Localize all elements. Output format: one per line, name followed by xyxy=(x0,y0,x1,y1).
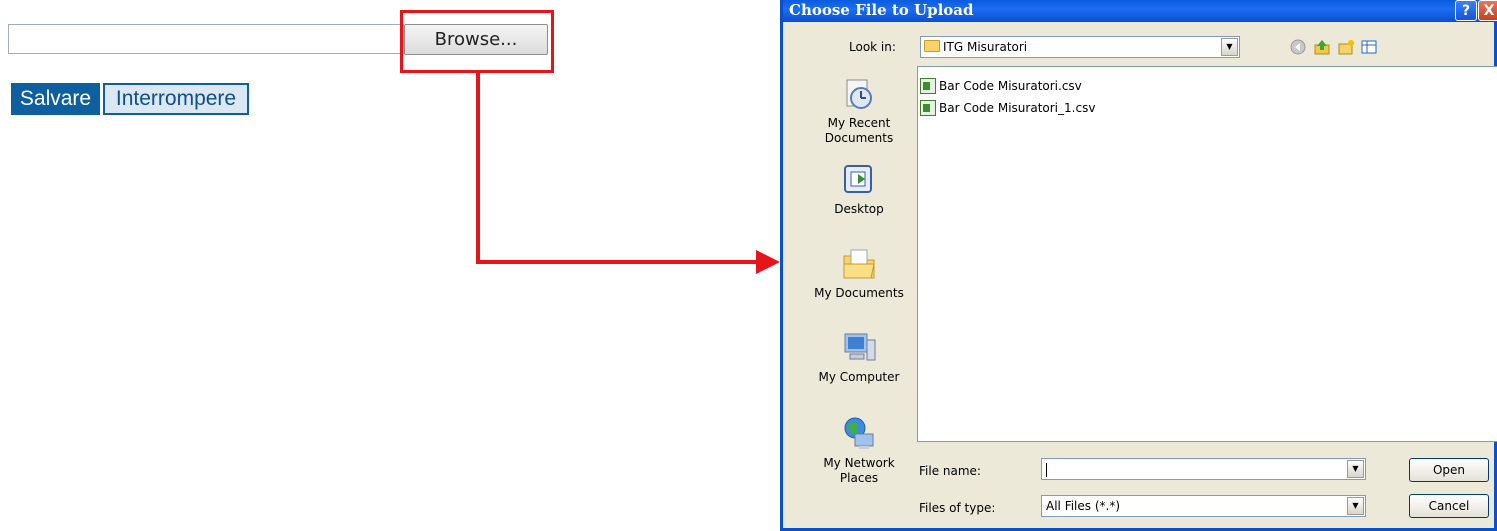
my-computer-icon xyxy=(841,330,877,366)
up-folder-icon[interactable] xyxy=(1313,38,1331,56)
folder-icon xyxy=(924,40,940,52)
place-label: Desktop xyxy=(834,202,884,216)
place-network-places[interactable]: My Network Places xyxy=(805,416,913,486)
place-label: My Documents xyxy=(814,286,904,300)
new-folder-icon[interactable] xyxy=(1337,38,1355,56)
csv-file-icon xyxy=(920,100,936,116)
files-of-type-value: All Files (*.*) xyxy=(1046,499,1121,513)
look-in-value: ITG Misuratori xyxy=(943,40,1028,54)
files-of-type-dropdown[interactable]: All Files (*.*) ▼ xyxy=(1041,495,1366,517)
dialog-title: Choose File to Upload xyxy=(783,0,1494,22)
connector-arrow xyxy=(476,73,780,274)
save-button[interactable]: Salvare xyxy=(11,83,100,115)
file-name: Bar Code Misuratori_1.csv xyxy=(939,101,1096,115)
look-in-dropdown[interactable]: ITG Misuratori ▼ xyxy=(920,36,1240,58)
back-icon[interactable] xyxy=(1289,38,1307,56)
list-item[interactable]: Bar Code Misuratori_1.csv xyxy=(920,99,1095,117)
chevron-down-icon[interactable]: ▼ xyxy=(1221,38,1238,56)
list-item[interactable]: Bar Code Misuratori.csv xyxy=(920,77,1082,95)
file-name-input[interactable]: ▼ xyxy=(1041,458,1366,480)
my-documents-icon xyxy=(841,246,877,282)
close-button[interactable]: X xyxy=(1478,0,1497,21)
place-my-documents[interactable]: My Documents xyxy=(805,246,913,301)
look-in-label: Look in: xyxy=(849,40,896,54)
close-icon: X xyxy=(1483,2,1495,19)
file-upload-dialog: Choose File to Upload ? X Look in: ITG M… xyxy=(780,0,1497,531)
place-recent-documents[interactable]: My Recent Documents xyxy=(805,76,913,146)
place-my-computer[interactable]: My Computer xyxy=(805,330,913,385)
network-places-icon xyxy=(841,416,877,452)
place-label: My Computer xyxy=(818,370,900,384)
browse-button[interactable]: Browse... xyxy=(404,24,548,55)
file-list[interactable]: Bar Code Misuratori.csv Bar Code Misurat… xyxy=(917,66,1497,442)
abort-button[interactable]: Interrompere xyxy=(103,83,249,115)
open-button[interactable]: Open xyxy=(1409,458,1489,482)
place-label: My Network Places xyxy=(823,456,895,485)
files-of-type-label: Files of type: xyxy=(919,501,996,515)
chevron-down-icon[interactable]: ▼ xyxy=(1347,497,1364,515)
chevron-down-icon[interactable]: ▼ xyxy=(1347,460,1364,478)
file-path-input[interactable] xyxy=(8,24,404,54)
file-name: Bar Code Misuratori.csv xyxy=(939,79,1082,93)
help-icon: ? xyxy=(1461,2,1471,19)
dialog-toolbar xyxy=(1289,36,1379,58)
help-button[interactable]: ? xyxy=(1455,0,1477,21)
places-bar: My Recent Documents Desktop My Documents… xyxy=(805,64,913,504)
csv-file-icon xyxy=(920,78,936,94)
place-label: My Recent Documents xyxy=(824,116,894,145)
cancel-button[interactable]: Cancel xyxy=(1409,494,1489,518)
desktop-icon xyxy=(841,162,877,198)
view-menu-icon[interactable] xyxy=(1361,38,1379,56)
place-desktop[interactable]: Desktop xyxy=(805,162,913,217)
recent-documents-icon xyxy=(841,76,877,112)
file-name-label: File name: xyxy=(919,464,981,478)
text-caret xyxy=(1046,462,1047,477)
